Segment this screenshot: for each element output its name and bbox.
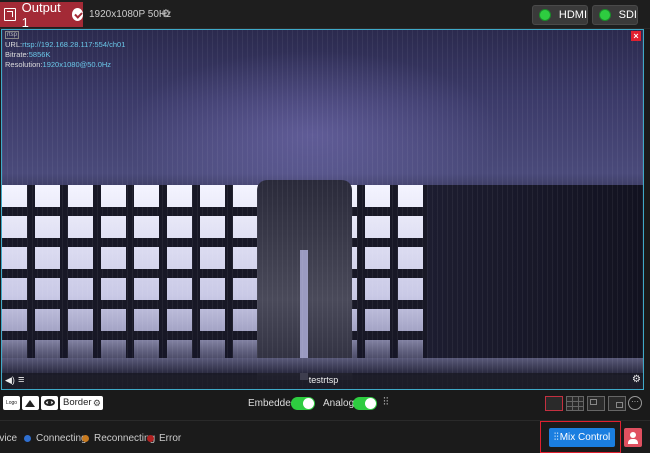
more-options-icon[interactable]: ···: [628, 396, 642, 410]
video-preview[interactable]: rtsp URL:rtsp://192.168.28.117:554/ch01 …: [1, 29, 644, 390]
video-frame-rain: [2, 30, 643, 389]
resolution-value: 1920x1080@50.0Hz: [42, 60, 112, 69]
eye-icon[interactable]: [41, 396, 58, 410]
hdmi-port-button[interactable]: HDMI: [532, 5, 588, 25]
status-dot-icon: [24, 435, 31, 442]
stream-info: URL:rtsp://192.168.28.117:554/ch01 Bitra…: [5, 40, 125, 70]
url-label: URL:: [5, 40, 23, 49]
layout-pip-bottom-right-button[interactable]: [608, 396, 626, 411]
sliders-icon: ⫶⫶: [553, 432, 559, 443]
legend-error-label: Error: [159, 433, 182, 444]
image-icon[interactable]: [22, 396, 39, 410]
sdi-port-button[interactable]: SDI: [592, 5, 638, 25]
sdi-label: SDI: [618, 9, 637, 21]
bitrate-value: 5856K: [28, 50, 51, 59]
legend-service: rvice: [0, 433, 17, 444]
mix-control-button[interactable]: ⫶⫶Mix Control: [549, 428, 615, 447]
legend-reconnecting: Reconnecting: [82, 433, 155, 444]
status-dot-icon: [599, 9, 611, 21]
bitrate-label: Bitrate:: [5, 50, 29, 59]
rtsp-tag: rtsp: [5, 31, 20, 39]
chevron-down-icon[interactable]: [71, 8, 83, 21]
embedded-toggle[interactable]: [291, 397, 315, 410]
legend-connecting: Connecting: [24, 433, 87, 444]
status-dot-icon: [147, 435, 154, 442]
legend-connecting-label: Connecting: [36, 433, 87, 444]
output-link-icon: [4, 8, 16, 21]
logo-button[interactable]: Logo: [3, 396, 20, 410]
embedded-label: Embedded: [248, 398, 297, 409]
layout-single-button[interactable]: [545, 396, 563, 411]
legend-reconnecting-label: Reconnecting: [94, 433, 156, 444]
layout-pip-top-left-button[interactable]: [587, 396, 605, 411]
hdmi-label: HDMI: [558, 9, 587, 21]
output-title: Output 1: [21, 0, 61, 30]
preview-bottom-strip: ◀) ≡ testrtsp ⚙: [2, 373, 643, 389]
mix-control-label: Mix Control: [559, 432, 611, 443]
controls-row: Logo Border ⚙ Embedded Analog ⫶⫶ ···: [0, 392, 650, 416]
gear-icon[interactable]: ⚙: [632, 374, 641, 385]
border-button[interactable]: Border ⚙: [60, 396, 103, 410]
output-tab[interactable]: Output 1: [0, 0, 83, 30]
output-resolution: 1920x1080P 50Hz: [89, 9, 172, 20]
url-value: rtsp://192.168.28.117:554/ch01: [22, 40, 126, 49]
resolution-label: Resolution:: [5, 60, 43, 69]
status-dot-icon: [539, 9, 551, 21]
gear-icon[interactable]: ⚙: [93, 396, 101, 410]
analog-toggle[interactable]: [353, 397, 377, 410]
analog-label: Analog: [323, 398, 355, 409]
mixer-icon[interactable]: ⫶⫶: [383, 396, 389, 409]
status-dot-icon: [82, 435, 89, 442]
user-icon[interactable]: [624, 428, 642, 447]
legend-service-label: rvice: [0, 433, 18, 444]
source-name: testrtsp: [308, 375, 339, 385]
layout-grid-button[interactable]: [566, 396, 584, 411]
border-label: Border: [63, 397, 92, 408]
top-bar: Output 1 1920x1080P 50Hz ⚙ HDMI SDI: [0, 0, 650, 30]
legend-error: Error: [147, 433, 181, 444]
close-icon[interactable]: ×: [631, 31, 641, 41]
gear-icon[interactable]: ⚙: [161, 7, 171, 20]
